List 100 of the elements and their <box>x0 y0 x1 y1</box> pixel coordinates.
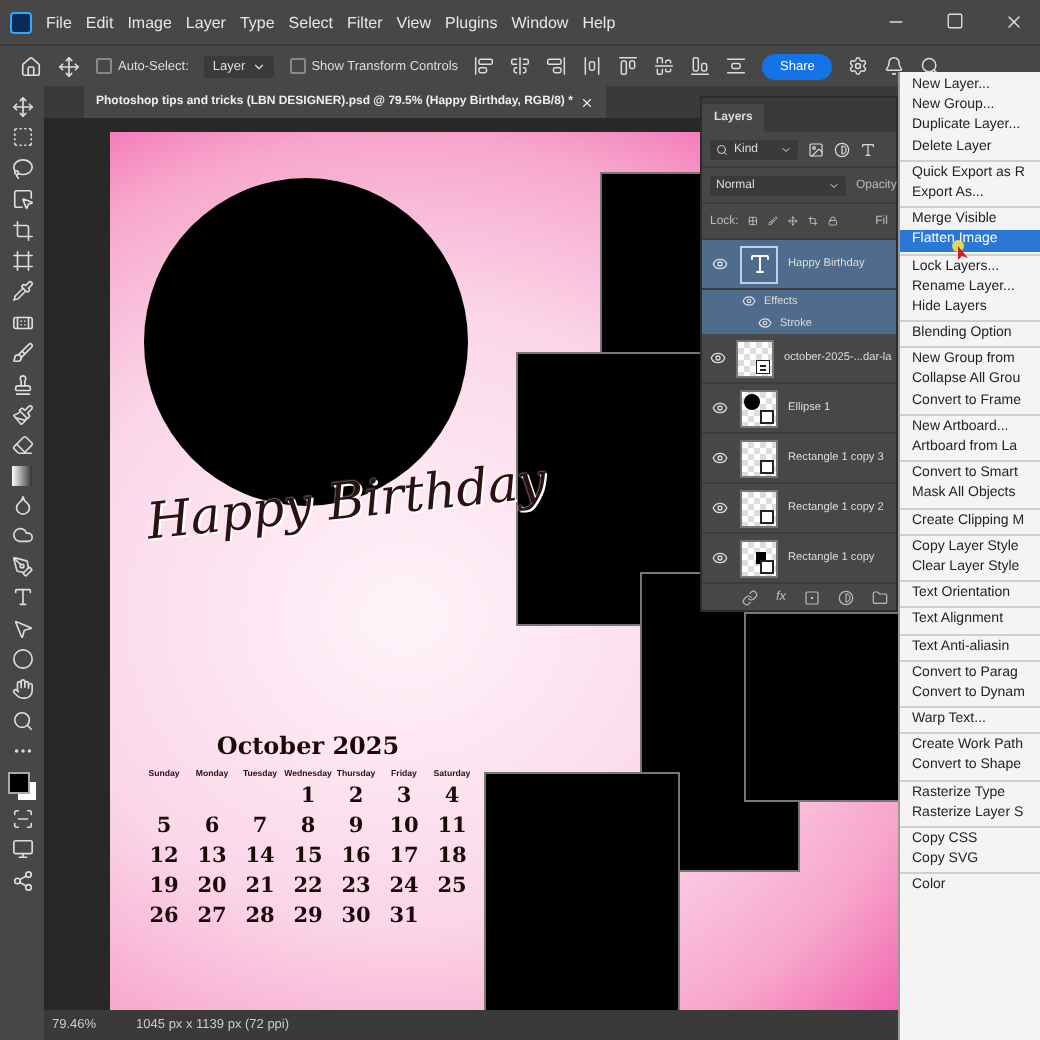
crop-icon[interactable] <box>807 214 818 228</box>
eye-icon[interactable] <box>712 450 728 466</box>
calendar-day: 3 <box>396 784 412 808</box>
menu-item[interactable]: File <box>46 13 72 31</box>
contrast-icon[interactable] <box>834 141 850 157</box>
calendar-day: 21 <box>245 874 275 898</box>
calendar-day: 9 <box>348 814 364 838</box>
link-icon[interactable] <box>742 589 758 605</box>
calendar-day: 12 <box>149 844 179 868</box>
type-icon[interactable] <box>860 141 876 157</box>
color-swatches[interactable] <box>8 771 36 800</box>
calendar-day: 31 <box>389 904 419 928</box>
stamp-icon[interactable] <box>11 373 33 396</box>
search-icon[interactable] <box>920 56 941 76</box>
calendar-day: 14 <box>245 844 275 868</box>
calendar-day: 30 <box>341 904 371 928</box>
search-icon <box>716 143 728 155</box>
brush-icon[interactable] <box>768 214 779 228</box>
menu-item[interactable]: Select <box>288 13 334 31</box>
home-icon[interactable] <box>20 55 42 77</box>
app-logo <box>10 11 32 33</box>
bandage-icon[interactable] <box>11 311 33 334</box>
checkbox[interactable] <box>96 58 112 74</box>
menu-item[interactable]: Edit <box>85 13 114 31</box>
droplet-icon[interactable] <box>11 494 33 517</box>
calendar-day: 22 <box>293 874 323 898</box>
align-left-icon[interactable] <box>474 56 495 76</box>
move-icon[interactable] <box>58 55 80 77</box>
align-top-icon[interactable] <box>618 56 639 76</box>
adjustment-icon[interactable] <box>838 589 855 605</box>
menu-item[interactable]: Image <box>127 13 172 31</box>
mask-icon[interactable] <box>804 589 821 605</box>
crop-icon[interactable] <box>11 219 33 242</box>
ellipse-icon[interactable] <box>11 648 33 671</box>
align-right-icon[interactable] <box>546 56 567 76</box>
eye-icon[interactable] <box>712 500 728 516</box>
eye-icon[interactable] <box>758 316 772 330</box>
calendar-day: 29 <box>293 904 323 928</box>
close-icon[interactable] <box>580 95 595 109</box>
gradient-icon[interactable] <box>12 465 32 486</box>
calendar-day: 4 <box>444 784 460 808</box>
object-select-icon[interactable] <box>11 188 33 211</box>
align-middle-icon[interactable] <box>654 56 675 76</box>
calendar-day: 26 <box>149 904 179 928</box>
marquee-icon[interactable] <box>11 126 33 149</box>
eye-icon[interactable] <box>712 400 728 416</box>
eye-icon[interactable] <box>712 550 728 566</box>
vector-mask-icon <box>760 509 774 523</box>
align-bottom-icon[interactable] <box>690 56 711 76</box>
chevron-down-icon <box>251 59 266 73</box>
eye-icon[interactable] <box>742 294 756 308</box>
menu-item[interactable]: View <box>396 13 431 31</box>
menu-item[interactable]: Window <box>511 13 569 31</box>
vector-mask-icon <box>760 559 774 573</box>
paintbrush-icon[interactable] <box>11 403 33 426</box>
move-icon[interactable] <box>11 96 33 118</box>
zoom-icon[interactable] <box>11 709 33 732</box>
circle-icon <box>744 393 760 409</box>
arrow-cursor-icon[interactable] <box>11 617 33 640</box>
eraser-icon[interactable] <box>11 434 33 457</box>
menu-item[interactable]: Layer <box>185 13 226 31</box>
frame-icon[interactable] <box>11 249 33 272</box>
settings-icon[interactable] <box>848 56 869 76</box>
bell-icon[interactable] <box>884 56 905 76</box>
calendar-day: 2 <box>348 784 364 808</box>
type-icon[interactable] <box>11 586 33 609</box>
eye-icon[interactable] <box>712 256 728 272</box>
distribute-icon[interactable] <box>726 56 747 76</box>
brush-icon[interactable] <box>11 342 33 365</box>
image-icon[interactable] <box>808 141 824 157</box>
calendar-day: 7 <box>252 814 268 838</box>
calendar-day: 13 <box>197 844 227 868</box>
eyedropper-icon[interactable] <box>11 280 33 303</box>
lock-icon[interactable] <box>827 214 838 228</box>
hand-icon[interactable] <box>11 678 33 701</box>
maximize-icon[interactable] <box>946 12 964 30</box>
vector-mask-icon <box>760 459 774 473</box>
menu-item[interactable]: Plugins <box>445 13 498 31</box>
quick-mask-icon[interactable] <box>11 807 33 830</box>
pen-icon[interactable] <box>11 555 33 578</box>
calendar-day: 1 <box>300 784 316 808</box>
eye-icon[interactable] <box>710 350 726 366</box>
close-icon[interactable] <box>1004 12 1024 32</box>
checkbox[interactable] <box>289 58 306 74</box>
chevron-down-icon <box>828 179 840 191</box>
screen-mode-icon[interactable] <box>11 838 33 861</box>
grid-icon[interactable] <box>748 214 759 228</box>
sponge-icon[interactable] <box>11 524 33 547</box>
lasso-icon[interactable] <box>11 157 33 180</box>
share-icon[interactable] <box>11 869 33 892</box>
menu-item[interactable]: Type <box>239 13 275 31</box>
move-icon[interactable] <box>788 214 798 228</box>
align-center-icon[interactable] <box>510 56 531 76</box>
calendar-day: 19 <box>149 874 179 898</box>
menu-item[interactable]: Help <box>582 13 616 31</box>
menu-item[interactable]: Filter <box>347 13 383 31</box>
distribute-icon[interactable] <box>582 56 603 76</box>
chevron-down-icon <box>780 143 792 155</box>
calendar-day: 18 <box>437 844 467 868</box>
folder-icon[interactable] <box>872 589 889 605</box>
